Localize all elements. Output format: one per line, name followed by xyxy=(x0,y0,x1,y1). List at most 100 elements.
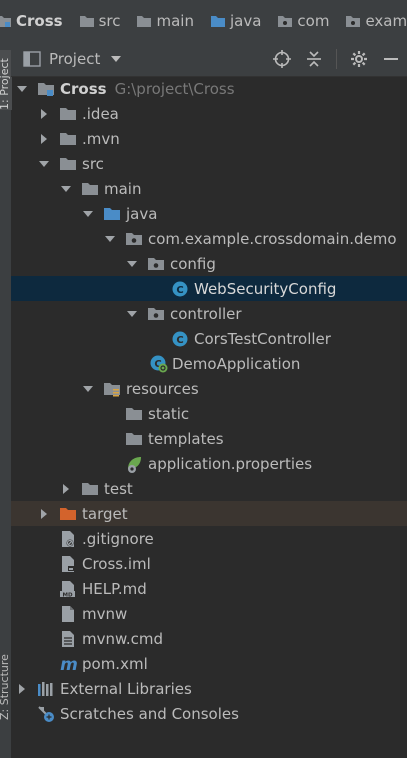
breadcrumb-item-main[interactable]: main xyxy=(136,0,194,42)
tree-label: mvnw xyxy=(82,604,128,623)
breadcrumb-label: Cross xyxy=(16,12,63,30)
tree-item-cross-iml[interactable]: Cross.iml xyxy=(11,551,407,576)
tree-item-main[interactable]: main xyxy=(11,176,407,201)
excluded-folder-icon xyxy=(59,501,77,526)
tree-item-websecurityconfig[interactable]: C WebSecurityConfig xyxy=(11,276,407,301)
tree-item-mvnw-cmd[interactable]: mvnw.cmd xyxy=(11,626,407,651)
tree-item-config[interactable]: config xyxy=(11,251,407,276)
tree-label: mvnw.cmd xyxy=(82,629,164,648)
tree-item-application-properties[interactable]: application.properties xyxy=(11,451,407,476)
locate-icon[interactable] xyxy=(272,49,292,69)
tree-item-src[interactable]: src xyxy=(11,151,407,176)
tree-label: DemoApplication xyxy=(172,354,301,373)
package-icon xyxy=(278,16,293,27)
tree-item-cross[interactable]: Cross G:\project\Cross xyxy=(11,76,407,101)
tree-item-demoapplication[interactable]: C DemoApplication xyxy=(11,351,407,376)
tree-label: static xyxy=(148,404,190,423)
chevron-down-icon[interactable] xyxy=(126,251,138,276)
chevron-down-icon[interactable] xyxy=(82,201,94,226)
tree-item-pom-xml[interactable]: m pom.xml xyxy=(11,651,407,676)
breadcrumb-item-example[interactable]: exam xyxy=(345,0,407,42)
ignore-file-icon xyxy=(59,526,77,551)
chevron-right-icon[interactable] xyxy=(38,101,50,126)
folder-icon xyxy=(81,176,99,201)
breadcrumb-item-java[interactable]: java xyxy=(210,0,261,42)
chevron-right-icon[interactable] xyxy=(38,501,50,526)
project-view-icon xyxy=(23,51,41,67)
breadcrumb-item-com[interactable]: com xyxy=(277,0,329,42)
tree-item-test[interactable]: test xyxy=(11,476,407,501)
folder-icon xyxy=(81,476,99,501)
tree-item-mvnw[interactable]: mvnw xyxy=(11,601,407,626)
breadcrumb-item-cross[interactable]: Cross xyxy=(0,0,63,42)
package-icon xyxy=(147,301,165,326)
tree-item-help-md[interactable]: MD HELP.md xyxy=(11,576,407,601)
chevron-down-icon[interactable] xyxy=(82,376,94,401)
breadcrumb-item-src[interactable]: src xyxy=(79,0,121,42)
tree-label: HELP.md xyxy=(82,579,147,598)
tree-label: java xyxy=(126,204,158,223)
chevron-down-icon[interactable] xyxy=(38,151,50,176)
project-panel-header: Project xyxy=(11,42,407,77)
tree-label: .idea xyxy=(82,104,119,123)
tree-label: templates xyxy=(148,429,224,448)
hide-panel-icon[interactable] xyxy=(381,49,401,69)
folder-icon xyxy=(59,151,77,176)
tree-item-idea[interactable]: .idea xyxy=(11,101,407,126)
source-folder-icon xyxy=(103,201,121,226)
folder-icon xyxy=(59,101,77,126)
class-icon: C xyxy=(171,276,189,301)
svg-text:MD: MD xyxy=(62,592,72,598)
svg-text:C: C xyxy=(176,285,183,296)
tree-label: .mvn xyxy=(82,129,120,148)
chevron-right-icon[interactable] xyxy=(16,676,28,701)
package-icon xyxy=(346,16,361,27)
source-folder-icon xyxy=(210,16,225,27)
tree-item-templates[interactable]: templates xyxy=(11,426,407,451)
tree-item-scratches-consoles[interactable]: Scratches and Consoles xyxy=(11,701,407,726)
spring-boot-class-icon: C xyxy=(149,351,169,376)
file-icon xyxy=(59,601,77,626)
tree-item-external-libraries[interactable]: External Libraries xyxy=(11,676,407,701)
tree-label: CorsTestController xyxy=(194,329,331,348)
tree-label: Scratches and Consoles xyxy=(60,704,239,723)
breadcrumb-label: com xyxy=(297,12,330,30)
gear-icon[interactable] xyxy=(349,49,369,69)
tree-item-package-demo[interactable]: com.example.crossdomain.demo xyxy=(11,226,407,251)
tree-item-target[interactable]: target xyxy=(11,501,407,526)
chevron-down-icon[interactable] xyxy=(60,176,72,201)
tree-label: pom.xml xyxy=(82,654,148,673)
svg-text:m: m xyxy=(60,655,78,673)
folder-icon xyxy=(125,401,143,426)
tree-item-controller[interactable]: controller xyxy=(11,301,407,326)
tree-label: target xyxy=(82,504,128,523)
tree-label: controller xyxy=(170,304,242,323)
iml-file-icon xyxy=(59,551,77,576)
tree-item-mvn[interactable]: .mvn xyxy=(11,126,407,151)
tree-item-static[interactable]: static xyxy=(11,401,407,426)
project-folder-icon xyxy=(37,76,55,101)
tree-item-corstestcontroller[interactable]: C CorsTestController xyxy=(11,326,407,351)
breadcrumb-label: java xyxy=(229,12,262,30)
chevron-down-icon[interactable] xyxy=(104,226,116,251)
breadcrumb-label: src xyxy=(98,12,121,30)
tree-item-gitignore[interactable]: .gitignore xyxy=(11,526,407,551)
svg-text:C: C xyxy=(176,335,183,346)
chevron-right-icon[interactable] xyxy=(60,476,72,501)
resources-folder-icon xyxy=(103,376,121,401)
dropdown-arrow-icon[interactable] xyxy=(110,55,122,63)
collapse-all-icon[interactable] xyxy=(304,49,324,69)
chevron-down-icon[interactable] xyxy=(16,76,28,101)
panel-toolbar xyxy=(266,42,407,76)
tree-label: resources xyxy=(126,379,199,398)
tree-label: application.properties xyxy=(148,454,313,473)
maven-icon: m xyxy=(59,651,79,676)
markdown-file-icon: MD xyxy=(59,576,77,601)
chevron-right-icon[interactable] xyxy=(38,126,50,151)
package-icon xyxy=(147,251,165,276)
tree-item-java[interactable]: java xyxy=(11,201,407,226)
spring-properties-icon xyxy=(125,451,145,476)
toolbar-divider xyxy=(336,49,337,69)
tree-item-resources[interactable]: resources xyxy=(11,376,407,401)
chevron-down-icon[interactable] xyxy=(126,301,138,326)
